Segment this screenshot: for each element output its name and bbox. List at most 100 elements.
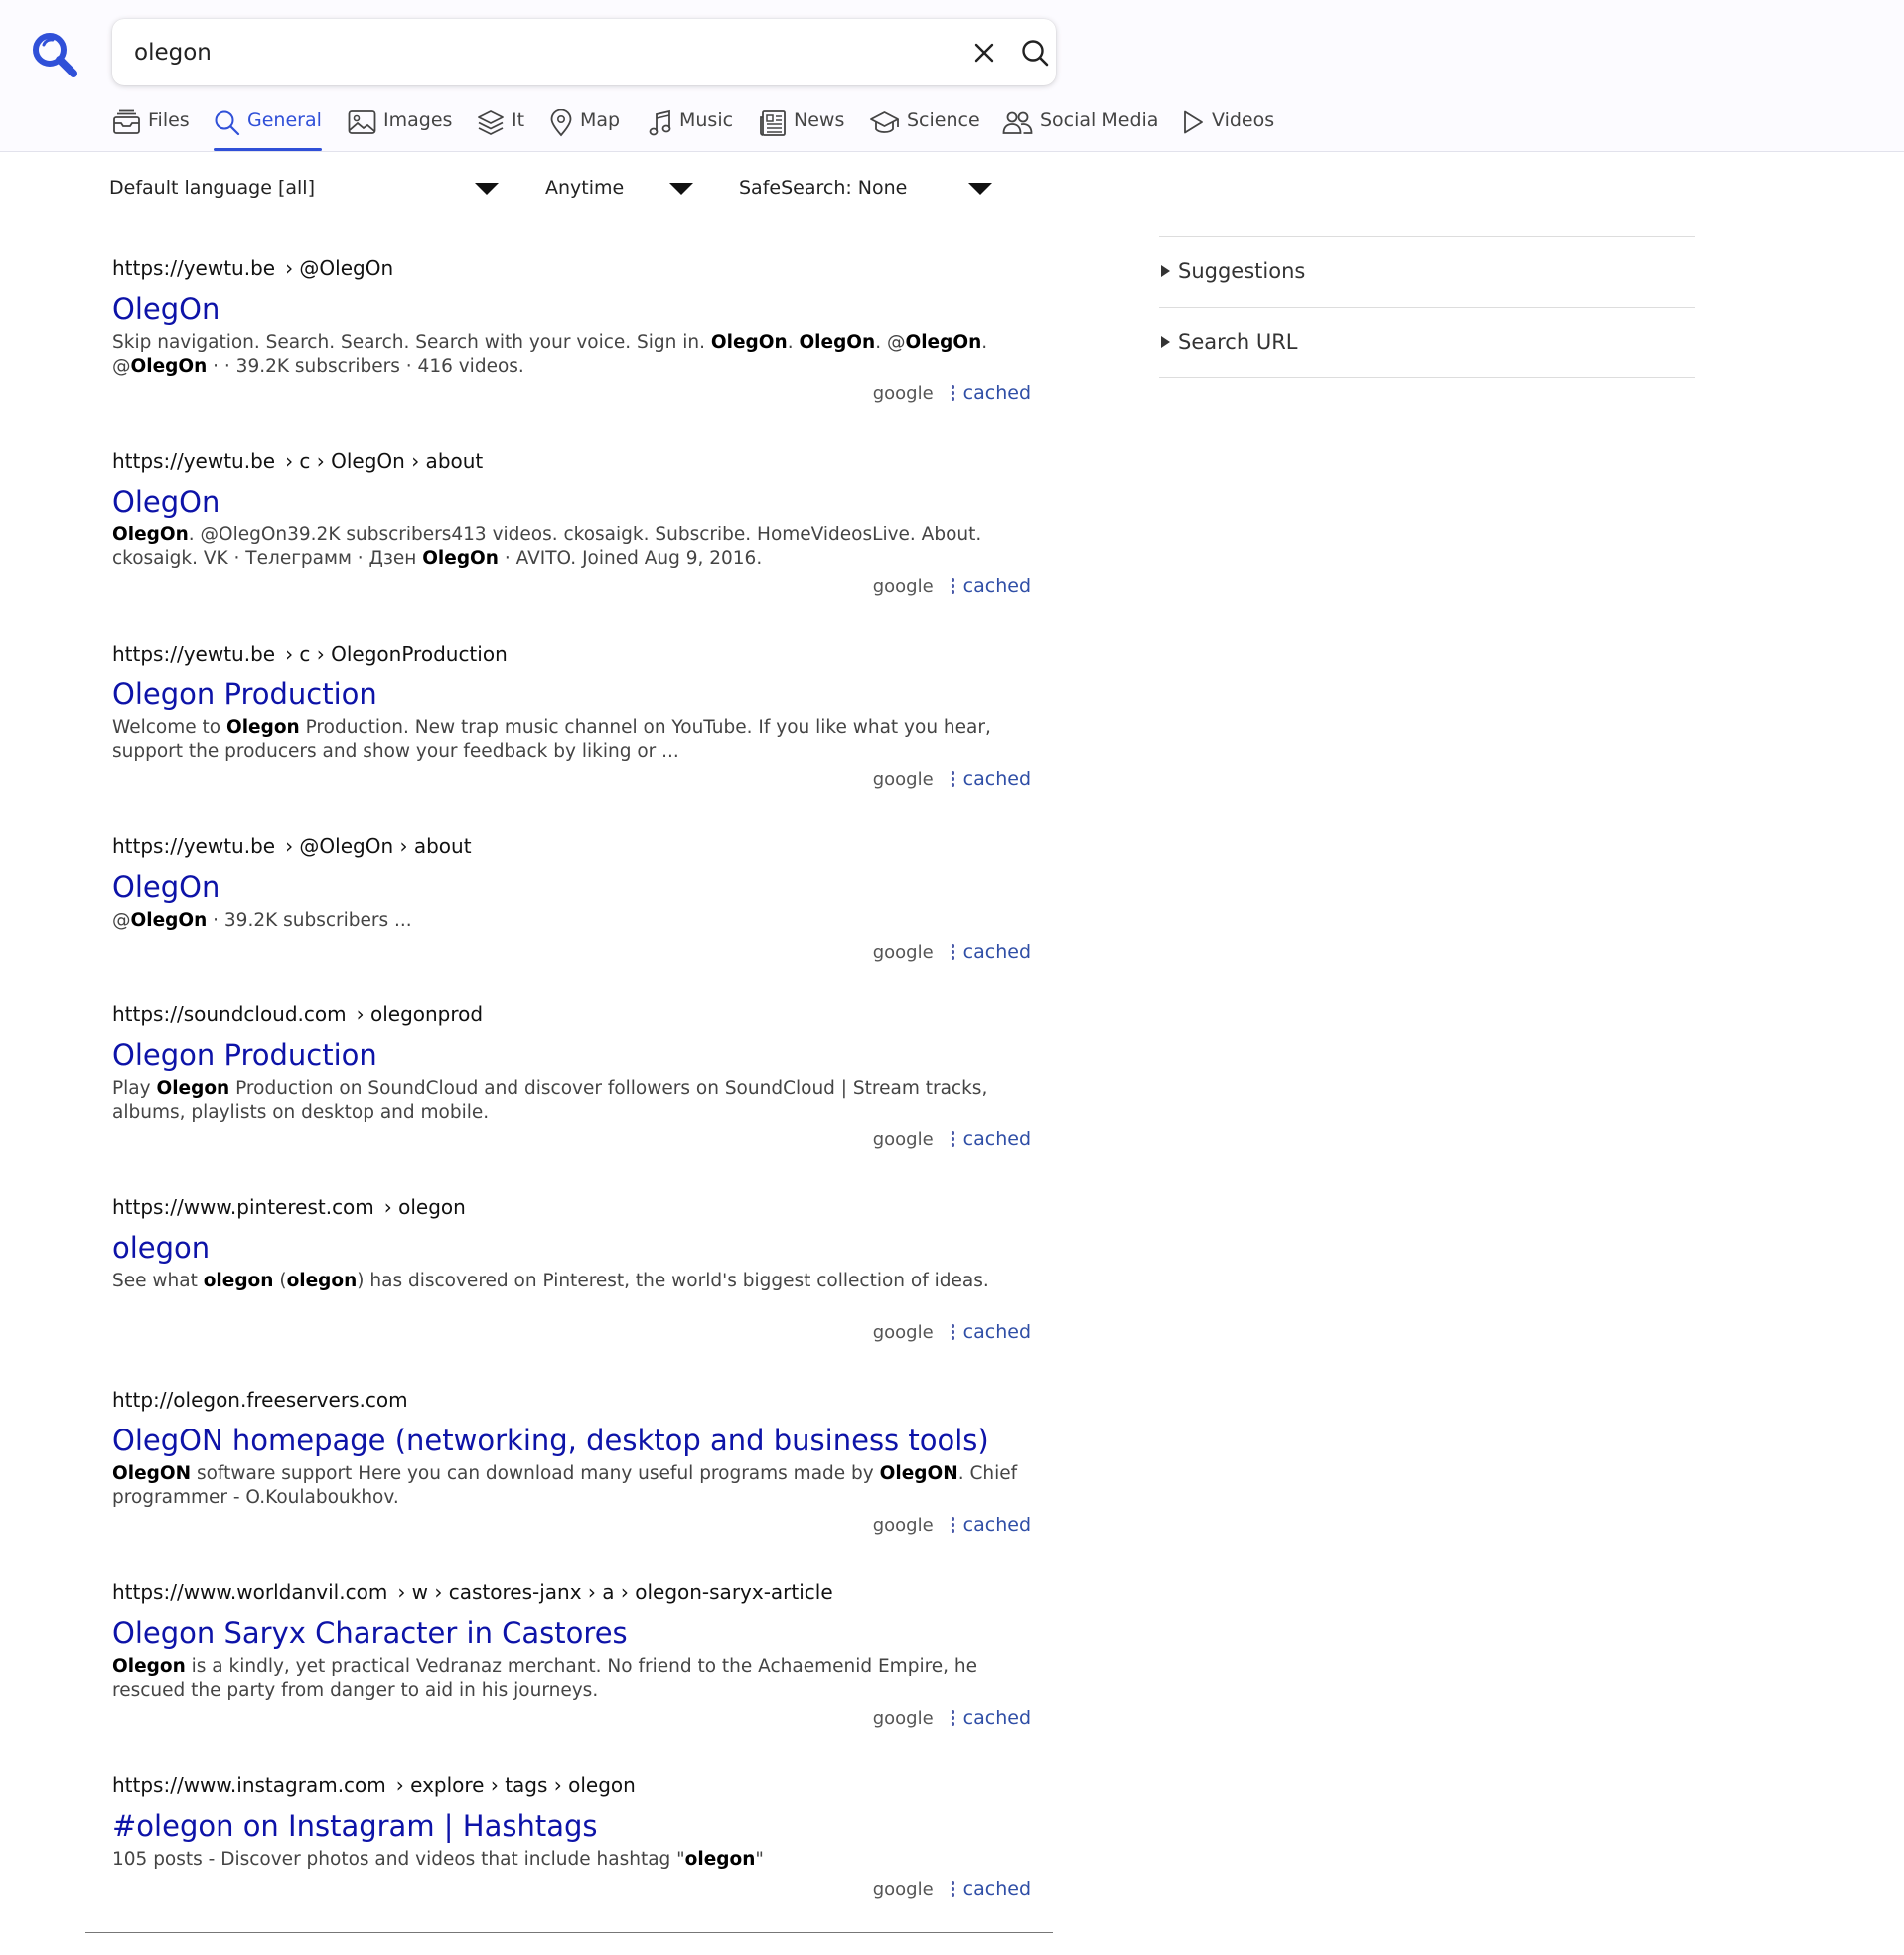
vertical-dots-icon — [951, 1880, 955, 1898]
cached-link[interactable]: cached — [963, 768, 1031, 790]
snippet-text: Play — [112, 1078, 157, 1099]
image-icon — [348, 110, 376, 134]
result-url[interactable]: https://yewtu.be › c › OlegonProduction — [112, 642, 1031, 670]
result-title-link[interactable]: #olegon on Instagram | Hashtags — [112, 1808, 1031, 1844]
snippet-highlight: OlegOn — [905, 332, 982, 353]
suggestions-toggle[interactable]: Suggestions — [1159, 236, 1695, 307]
cached-link[interactable]: cached — [963, 1879, 1031, 1900]
snippet-highlight: OlegON — [112, 1463, 192, 1484]
snippet-text: Production on SoundCloud and discover fo… — [112, 1078, 988, 1123]
tab-images[interactable]: Images — [348, 109, 452, 151]
safesearch-select[interactable]: SafeSearch: None — [739, 177, 992, 207]
result-meta: google cached — [873, 381, 1031, 405]
tab-general[interactable]: General — [214, 109, 322, 151]
result-engine: google — [872, 382, 934, 404]
result-title-link[interactable]: olegon — [112, 1230, 1031, 1266]
result-url-path: › olegonprod — [356, 1002, 484, 1026]
search-result: https://yewtu.be › @OlegOn › about OlegOn @… — [112, 834, 1031, 963]
result-url[interactable]: https://yewtu.be › c › OlegOn › about — [112, 449, 1031, 477]
result-url-host: https://yewtu.be — [112, 834, 276, 858]
search-submit-button[interactable] — [1019, 37, 1051, 69]
tab-social-media[interactable]: Social Media — [1002, 109, 1158, 151]
result-engine: google — [872, 1128, 934, 1150]
result-meta: google cached — [873, 767, 1031, 791]
cached-link[interactable]: cached — [963, 1514, 1031, 1536]
tab-label: Files — [148, 109, 190, 131]
tab-files[interactable]: Files — [112, 109, 190, 151]
result-title-link[interactable]: Olegon Saryx Character in Castores — [112, 1615, 1031, 1651]
tab-label: General — [247, 109, 322, 131]
people-icon — [1002, 111, 1033, 134]
safesearch-select-value: SafeSearch: None — [739, 177, 908, 199]
tab-map[interactable]: Map — [549, 109, 620, 151]
result-url[interactable]: https://www.pinterest.com › olegon — [112, 1195, 1031, 1223]
snippet-text: · AVITO. Joined Aug 9, 2016. — [498, 548, 763, 569]
snippet-text: Skip navigation. Search. Search. Search … — [112, 332, 711, 353]
result-engine: google — [872, 1514, 934, 1536]
tab-science[interactable]: Science — [869, 109, 980, 151]
result-engine: google — [872, 1321, 934, 1343]
snippet-text: is a kindly, yet practical Vedranaz merc… — [112, 1656, 978, 1701]
result-url[interactable]: https://soundcloud.com › olegonprod — [112, 1002, 1031, 1030]
tab-label: Images — [383, 109, 453, 131]
clear-search-button[interactable] — [968, 37, 1000, 69]
cached-link[interactable]: cached — [963, 382, 1031, 404]
result-title-link[interactable]: OlegOn — [112, 869, 1031, 905]
snippet-highlight: OlegOn — [710, 332, 788, 353]
vertical-dots-icon — [951, 577, 955, 595]
result-url[interactable]: https://yewtu.be › @OlegOn › about — [112, 834, 1031, 862]
tab-it[interactable]: It — [477, 109, 524, 151]
search-logo-icon[interactable] — [30, 30, 79, 79]
files-icon — [113, 109, 140, 134]
search-result: http://olegon.freeservers.com OlegON home… — [112, 1388, 1031, 1536]
result-url[interactable]: https://www.instagram.com › explore › tag… — [112, 1773, 1031, 1801]
search-url-toggle[interactable]: Search URL — [1159, 307, 1695, 378]
tab-label: Map — [580, 109, 621, 131]
snippet-highlight: OlegON — [879, 1463, 958, 1484]
disclosure-triangle-icon — [1161, 336, 1170, 348]
result-snippet: 105 posts - Discover photos and videos t… — [112, 1848, 1031, 1872]
snippet-text: Welcome to — [112, 717, 226, 738]
tab-label: Music — [679, 109, 734, 131]
cached-link[interactable]: cached — [963, 1128, 1031, 1150]
language-select[interactable]: Default language [all] — [109, 177, 499, 207]
cached-link[interactable]: cached — [963, 941, 1031, 963]
result-title-link[interactable]: Olegon Production — [112, 1037, 1031, 1073]
vertical-dots-icon — [951, 1323, 955, 1341]
language-select-value: Default language [all] — [109, 177, 315, 199]
time-range-select[interactable]: Anytime — [545, 177, 693, 207]
result-url-host: https://yewtu.be — [112, 449, 276, 473]
search-url-label: Search URL — [1178, 330, 1298, 354]
sidebar: Suggestions Search URL — [1159, 236, 1695, 378]
result-meta: google cached — [873, 1320, 1031, 1344]
result-url-path: › explore › tags › olegon — [395, 1773, 636, 1797]
search-input[interactable] — [132, 29, 931, 76]
tab-videos[interactable]: Videos — [1181, 109, 1274, 151]
result-title-link[interactable]: OlegOn — [112, 291, 1031, 327]
result-meta: google cached — [873, 1878, 1031, 1901]
result-snippet: Play Olegon Production on SoundCloud and… — [112, 1077, 1031, 1125]
cached-link[interactable]: cached — [963, 1321, 1031, 1343]
result-title-link[interactable]: OlegOn — [112, 484, 1031, 520]
result-url[interactable]: http://olegon.freeservers.com — [112, 1388, 1031, 1416]
tab-news[interactable]: News — [759, 109, 844, 151]
snippet-text: 105 posts - Discover photos and videos t… — [112, 1849, 685, 1870]
snippet-highlight: OlegOn — [130, 356, 208, 376]
result-snippet: OlegON software support Here you can dow… — [112, 1462, 1031, 1510]
cached-link[interactable]: cached — [963, 1707, 1031, 1729]
result-snippet: Skip navigation. Search. Search. Search … — [112, 331, 1031, 378]
result-url[interactable]: https://www.worldanvil.com › w › castores… — [112, 1580, 1031, 1608]
result-meta: google cached — [873, 1128, 1031, 1151]
tab-music[interactable]: Music — [649, 109, 733, 151]
search-result: https://www.worldanvil.com › w › castores… — [112, 1580, 1031, 1729]
result-title-link[interactable]: OlegON homepage (networking, desktop and… — [112, 1423, 1031, 1458]
cached-link[interactable]: cached — [963, 575, 1031, 597]
result-snippet: See what olegon (olegon) has discovered … — [112, 1270, 1031, 1293]
result-url[interactable]: https://yewtu.be › @OlegOn — [112, 256, 1031, 284]
tab-label: Science — [907, 109, 980, 131]
result-title-link[interactable]: Olegon Production — [112, 677, 1031, 712]
snippet-text: ( — [273, 1271, 287, 1291]
result-engine: google — [872, 1707, 934, 1729]
suggestions-label: Suggestions — [1178, 259, 1306, 283]
snippet-highlight: OlegOn — [799, 332, 876, 353]
